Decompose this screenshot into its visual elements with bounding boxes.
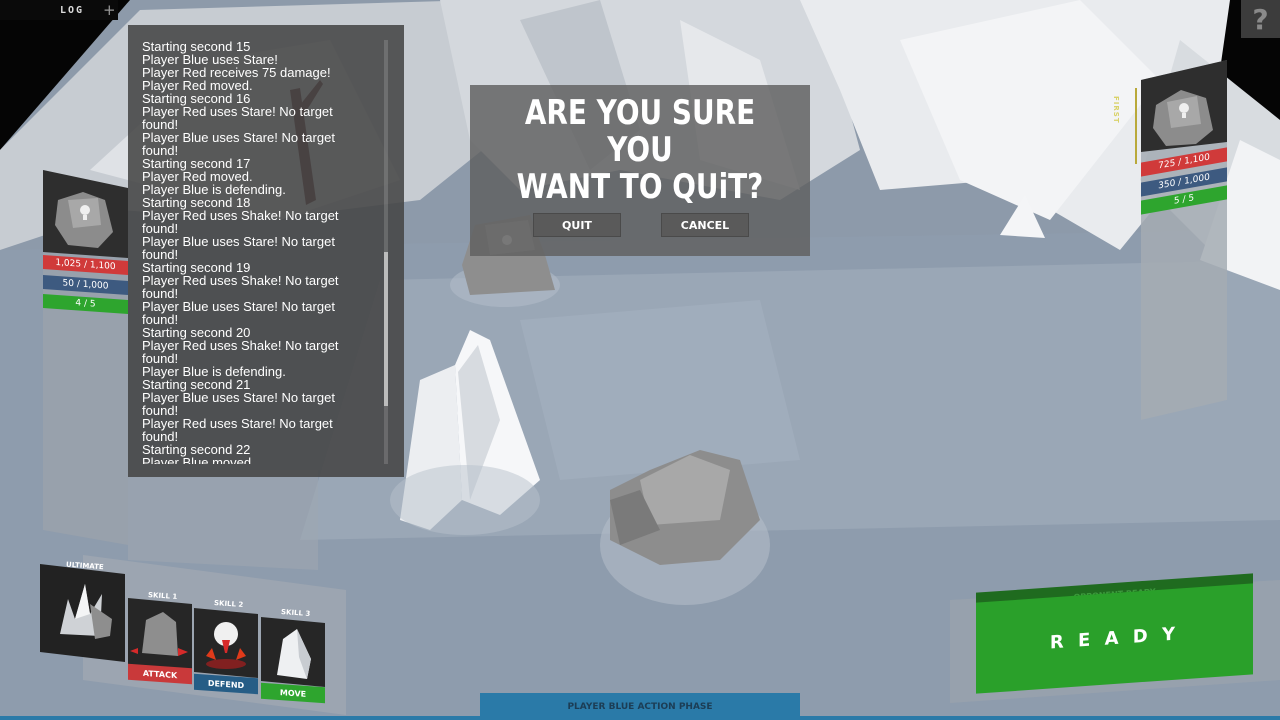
- quit-button[interactable]: QUIT: [533, 213, 621, 237]
- ultimate-skill-button[interactable]: [40, 564, 126, 664]
- dialog-title-line2: WANT TO QUiT?: [516, 167, 764, 207]
- player-hp-value: 1,025 / 1,100: [55, 257, 116, 273]
- opponent-unit-portrait: [1141, 60, 1227, 152]
- ready-label: R E A D Y: [1049, 623, 1180, 654]
- log-scrollbar[interactable]: [384, 40, 388, 464]
- log-line: Player Red uses Shake! No target: [142, 208, 339, 223]
- quit-confirm-dialog: ARE YOU SURE YOU WANT TO QUiT? QUIT CANC…: [470, 85, 810, 256]
- log-scroll-thumb[interactable]: [384, 252, 388, 406]
- log-line: Player Red uses Stare! No target: [142, 104, 333, 119]
- skill3-move-icon[interactable]: [261, 617, 325, 687]
- log-tab[interactable]: LOG +: [0, 0, 118, 20]
- log-line: Player Blue uses Stare! No target: [142, 390, 335, 405]
- dialog-title-line1: ARE YOU SURE YOU: [524, 93, 756, 170]
- log-line: Player Red uses Stare! No target: [142, 416, 333, 431]
- log-line: Player Blue uses Stare! No target: [142, 234, 335, 249]
- phase-label: PLAYER BLUE ACTION PHASE: [567, 701, 713, 712]
- opponent-actions-value: 5 / 5: [1173, 193, 1195, 207]
- ready-button[interactable]: R E A D Y: [976, 583, 1253, 694]
- player-energy-value: 50 / 1,000: [62, 278, 109, 292]
- bottom-strip: [0, 716, 1280, 720]
- dialog-title: ARE YOU SURE YOU WANT TO QUiT?: [501, 95, 780, 206]
- player-unit-portrait: [43, 170, 128, 258]
- log-tab-label: LOG: [60, 4, 85, 16]
- player-actions-value: 4 / 5: [75, 298, 96, 310]
- combat-log-panel: Starting second 15 Player Blue uses Stare…: [128, 25, 404, 477]
- log-line: Player Red uses Shake! No target: [142, 338, 339, 353]
- log-line: Player Blue uses Stare! No target: [142, 130, 335, 145]
- log-line: Player Blue moved.: [142, 455, 255, 464]
- log-line: Player Blue uses Stare! No target: [142, 299, 335, 314]
- help-button[interactable]: ?: [1241, 0, 1280, 38]
- skill1-attack-icon[interactable]: [128, 598, 192, 670]
- log-line: Player Red uses Shake! No target: [142, 273, 339, 288]
- cancel-button[interactable]: CANCEL: [661, 213, 749, 237]
- question-icon: ?: [1252, 2, 1269, 36]
- skill2-defend-icon[interactable]: [194, 608, 258, 678]
- combat-log-list: Starting second 15 Player Blue uses Stare…: [142, 40, 382, 464]
- first-turn-marker: [1135, 88, 1137, 164]
- add-icon[interactable]: +: [103, 0, 116, 20]
- first-turn-label: FIRST: [1112, 96, 1120, 124]
